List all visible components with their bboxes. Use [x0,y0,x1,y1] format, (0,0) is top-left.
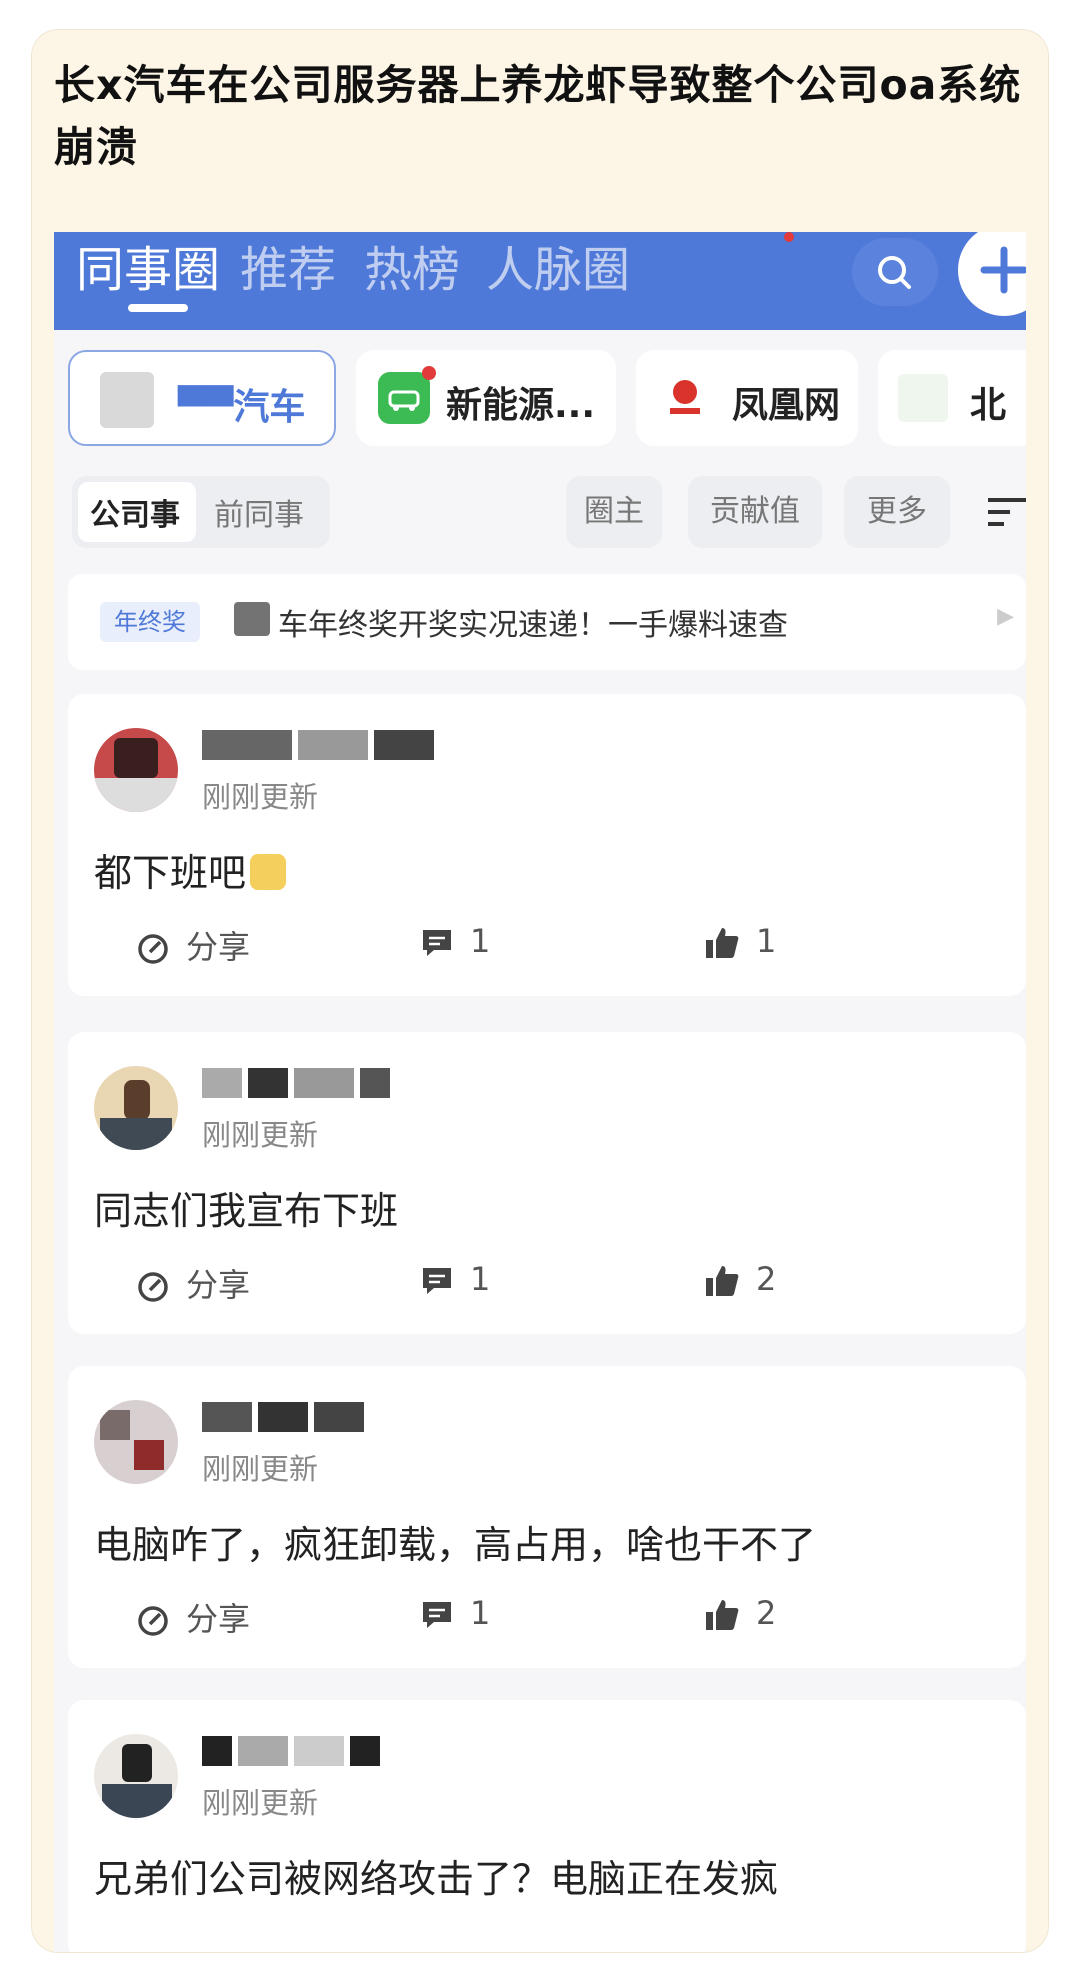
feed-post: 刚刚更新 都下班吧 分享 1 1 [68,694,1026,996]
sort-icon[interactable] [986,492,1026,532]
notice-tag: 年终奖 [100,602,200,642]
username-blurred [202,1068,396,1102]
segment-former-colleagues[interactable]: 前同事 [214,490,304,534]
post-time: 刚刚更新 [202,1452,319,1486]
feed-post: 刚刚更新 同志们我宣布下班 分享 1 2 [68,1032,1026,1334]
plus-icon [980,246,1026,294]
channel-company[interactable]: ▀▀汽车 [68,350,336,446]
top-nav: 同事圈 推荐 热榜 人脉圈 [54,232,1026,330]
avatar [94,728,178,812]
embedded-screenshot: 同事圈 推荐 热榜 人脉圈 ▀▀汽车 新能源... 凤凰网 北 公司事 前同事 … [54,232,1026,1952]
year-end-bonus-notice[interactable]: 年终奖 车年终奖开奖实况速递！一手爆料速查 ▶ [68,574,1026,670]
search-button[interactable] [852,238,938,306]
post-content: 电脑咋了，疯狂卸载，高占用，啥也干不了 [94,1523,817,1567]
post-actions: 分享 1 1 [68,916,1026,976]
feed-post: 刚刚更新 兄弟们公司被网络攻击了？电脑正在发疯 [68,1700,1026,1952]
share-button[interactable]: 分享 [136,922,250,968]
share-button[interactable]: 分享 [136,1594,250,1640]
like-button[interactable]: 1 [704,922,776,960]
thumbs-up-icon [706,1600,739,1630]
post-content: 兄弟们公司被网络攻击了？电脑正在发疯 [94,1857,779,1901]
share-icon [138,934,168,964]
post-actions: 分享 1 2 [68,1254,1026,1314]
thumbs-up-icon [706,1266,739,1296]
blurred-brand [234,602,270,636]
username-blurred [202,1736,386,1770]
like-button[interactable]: 2 [704,1594,776,1632]
channel-bei[interactable]: 北 [878,350,1026,446]
share-button[interactable]: 分享 [136,1260,250,1306]
tab-recommend[interactable]: 推荐 [240,238,336,302]
tab-colleague-circle[interactable]: 同事圈 [76,238,220,302]
feed-post: 刚刚更新 电脑咋了，疯狂卸载，高占用，啥也干不了 分享 1 2 [68,1366,1026,1668]
share-icon [138,1606,168,1636]
tab-hot-list[interactable]: 热榜 [364,238,460,302]
share-icon [138,1272,168,1302]
post-card: 长x汽车在公司服务器上养龙虾导致整个公司oa系统崩溃 同事圈 推荐 热榜 人脉圈 [32,30,1048,1952]
post-time: 刚刚更新 [202,780,319,814]
comment-icon [423,1268,451,1294]
add-button[interactable] [958,232,1026,316]
comment-button[interactable]: 1 [420,1260,490,1298]
ifeng-logo-icon [660,372,710,422]
notification-dot [784,232,794,242]
avatar [94,1400,178,1484]
channel-label: 凤凰网 [732,385,841,426]
company-logo-blurred [100,372,154,428]
like-button[interactable]: 2 [704,1260,776,1298]
post-content: 都下班吧 [94,842,287,897]
tab-network-circle[interactable]: 人脉圈 [486,238,630,302]
segment-company-matters[interactable]: 公司事 [90,490,180,534]
channel-new-energy[interactable]: 新能源... [356,350,616,446]
segment-control: 公司事 前同事 [72,476,330,548]
channel-label: 北 [970,385,1007,426]
avatar [94,1066,178,1150]
channel-label: ▀▀汽车 [178,387,306,428]
comment-icon [423,1602,451,1628]
username-blurred [202,1402,370,1436]
post-time: 刚刚更新 [202,1118,319,1152]
contribution-button[interactable]: 贡献值 [688,476,822,548]
channel-label: 新能源... [446,385,596,426]
thumbs-up-icon [706,928,739,958]
active-tab-indicator [128,304,188,312]
avatar [94,1734,178,1818]
channel-ifeng[interactable]: 凤凰网 [636,350,858,446]
notice-text: 车年终奖开奖实况速递！一手爆料速查 [278,608,788,643]
circle-owner-button[interactable]: 圈主 [566,476,662,548]
headline: 长x汽车在公司服务器上养龙虾导致整个公司oa系统崩溃 [54,61,1022,171]
post-content: 同志们我宣布下班 [94,1189,399,1233]
username-blurred [202,730,440,764]
media-logo-icon [898,374,948,422]
emoji-icon [250,854,287,890]
search-icon [878,256,911,289]
post-time: 刚刚更新 [202,1786,319,1820]
car-app-icon [378,366,436,424]
channel-row: ▀▀汽车 新能源... 凤凰网 北 [54,350,1026,454]
comment-button[interactable]: 1 [420,922,490,960]
chevron-right-icon: ▶ [997,604,1014,629]
post-actions: 分享 1 2 [68,1588,1026,1648]
comment-button[interactable]: 1 [420,1594,490,1632]
filter-row: 公司事 前同事 圈主 贡献值 更多 [54,468,1026,558]
more-button[interactable]: 更多 [844,476,950,548]
comment-icon [423,930,451,956]
